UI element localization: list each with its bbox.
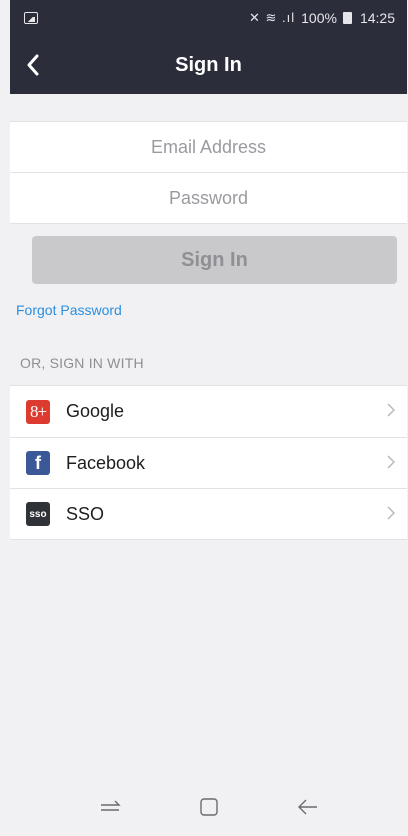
provider-label: SSO <box>66 503 105 524</box>
sso-glyph: sso <box>29 508 47 520</box>
signin-button-wrap: Sign In <box>10 224 407 284</box>
signin-button[interactable]: Sign In <box>32 236 397 284</box>
credentials-group <box>10 121 407 224</box>
facebook-icon: f <box>26 451 50 475</box>
mute-wifi-signal-icon: ✕ ≋ .ıl <box>249 10 296 25</box>
chevron-right-icon <box>387 455 395 469</box>
recents-button[interactable] <box>90 787 130 827</box>
chevron-left-icon <box>27 54 39 76</box>
screen: ✕ ≋ .ıl 100% 14:25 Sign In Sign In Forgo… <box>10 0 407 836</box>
password-field-row <box>10 172 407 223</box>
forgot-password-link[interactable]: Forgot Password <box>10 284 407 322</box>
status-left <box>24 12 38 24</box>
sso-icon: sso <box>26 502 50 526</box>
google-plus-icon: 8+ <box>26 399 50 424</box>
provider-facebook[interactable]: f Facebook <box>10 437 407 488</box>
battery-icon <box>342 12 352 24</box>
google-plus-glyph: 8+ <box>29 401 47 421</box>
provider-sso[interactable]: sso SSO <box>10 488 407 539</box>
top-spacer <box>10 94 407 121</box>
facebook-glyph: f <box>35 452 41 473</box>
page-title: Sign In <box>175 53 242 76</box>
app-header: Sign In <box>10 36 407 94</box>
chevron-right-icon <box>387 506 395 520</box>
system-back-button[interactable] <box>288 787 328 827</box>
gallery-notification-icon <box>24 12 38 24</box>
system-nav-bar <box>10 778 407 836</box>
status-right: ✕ ≋ .ıl 100% 14:25 <box>249 10 395 26</box>
chevron-right-icon <box>387 403 395 417</box>
email-field-row <box>10 122 407 172</box>
back-button[interactable] <box>18 48 48 82</box>
home-button[interactable] <box>189 787 229 827</box>
alt-signin-label: OR, SIGN IN WITH <box>20 355 144 371</box>
clock: 14:25 <box>359 10 395 26</box>
provider-label: Google <box>66 401 125 421</box>
home-icon <box>199 798 218 816</box>
back-arrow-icon <box>297 799 317 815</box>
provider-label: Facebook <box>66 452 146 473</box>
battery-percent: 100% <box>301 10 337 26</box>
email-input[interactable] <box>10 135 407 159</box>
password-input[interactable] <box>10 186 407 210</box>
recents-icon <box>100 800 121 811</box>
provider-list: 8+ Google f Facebook sso SSO <box>10 385 407 540</box>
provider-google[interactable]: 8+ Google <box>10 386 407 437</box>
status-bar: ✕ ≋ .ıl 100% 14:25 <box>10 0 407 36</box>
